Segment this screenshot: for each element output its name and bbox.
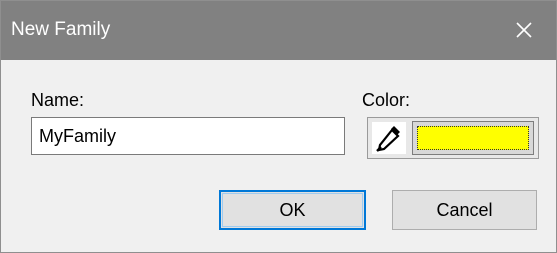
title-bar[interactable]: New Family bbox=[1, 1, 556, 60]
dialog-title: New Family bbox=[11, 19, 111, 40]
color-swatch bbox=[417, 126, 529, 150]
name-input[interactable] bbox=[31, 117, 345, 155]
name-label: Name: bbox=[31, 90, 85, 110]
ok-button[interactable]: OK bbox=[219, 190, 366, 230]
cancel-button-label: Cancel bbox=[436, 199, 493, 220]
ok-button-label: OK bbox=[279, 199, 306, 220]
close-icon[interactable] bbox=[512, 18, 536, 42]
cancel-button[interactable]: Cancel bbox=[392, 190, 537, 230]
new-family-dialog: New Family Name: Color: OK Cancel bbox=[0, 0, 557, 253]
color-picker[interactable] bbox=[367, 117, 539, 159]
color-swatch-frame[interactable] bbox=[412, 121, 534, 155]
color-label: Color: bbox=[362, 90, 411, 110]
eyedropper-icon[interactable] bbox=[372, 122, 406, 154]
